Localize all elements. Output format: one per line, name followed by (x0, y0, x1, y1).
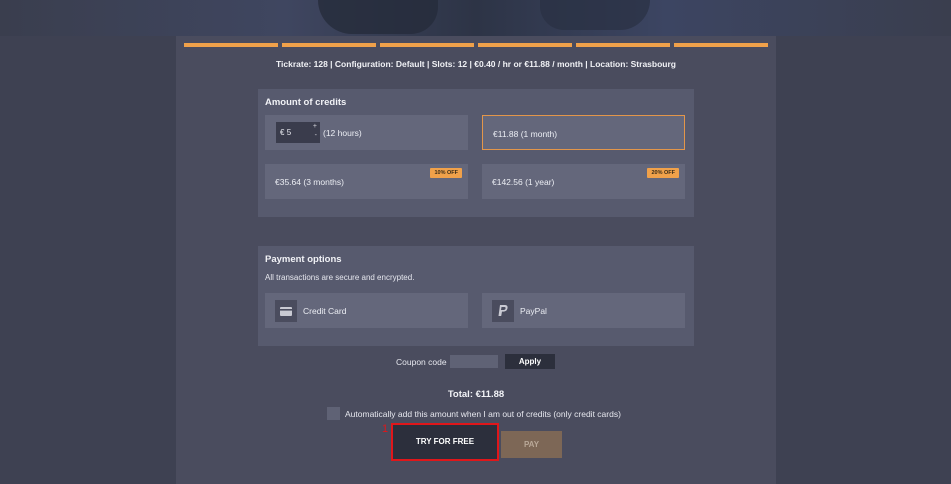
annotation-marker: 1 (382, 423, 389, 435)
progress-step (184, 43, 278, 47)
auto-add-checkbox[interactable] (327, 407, 340, 420)
coupon-label: Coupon code (396, 357, 447, 367)
stepper-up-button[interactable]: + (313, 123, 317, 130)
coupon-input[interactable] (450, 355, 498, 368)
progress-step (380, 43, 474, 47)
credit-option-label: €11.88 (1 month) (493, 129, 558, 139)
credits-card: Amount of credits € 5 + - (12 hours) €11… (258, 89, 694, 217)
payment-option-credit-card[interactable]: Credit Card (265, 293, 468, 328)
progress-step (478, 43, 572, 47)
checkout-panel: Tickrate: 128 | Configuration: Default |… (176, 36, 776, 484)
coupon-row: Coupon code Apply (176, 354, 776, 370)
progress-steps (184, 43, 768, 47)
paypal-icon (492, 300, 514, 322)
payment-option-paypal[interactable]: PayPal (482, 293, 685, 328)
discount-badge: 20% OFF (647, 168, 679, 178)
payment-option-label: Credit Card (303, 306, 347, 316)
payment-title: Payment options (265, 254, 342, 265)
server-summary: Tickrate: 128 | Configuration: Default |… (276, 59, 676, 69)
progress-step (282, 43, 376, 47)
auto-add-label: Automatically add this amount when I am … (345, 409, 621, 419)
credit-option-1-month[interactable]: €11.88 (1 month) (482, 115, 685, 150)
hero-decoration (540, 0, 650, 30)
credit-amount-value[interactable]: € 5 (280, 128, 291, 137)
payment-subtitle: All transactions are secure and encrypte… (265, 273, 415, 282)
custom-credit-option[interactable]: € 5 + - (12 hours) (265, 115, 468, 150)
progress-step (674, 43, 768, 47)
apply-coupon-button[interactable]: Apply (505, 354, 555, 369)
payment-card: Payment options All transactions are sec… (258, 246, 694, 346)
discount-badge: 10% OFF (430, 168, 462, 178)
progress-step (576, 43, 670, 47)
hero-banner (0, 0, 951, 36)
hero-decoration (318, 0, 438, 34)
credit-option-label: €35.64 (3 months) (275, 177, 344, 187)
stepper-down-button[interactable]: - (315, 132, 317, 139)
total-amount: Total: €11.88 (447, 389, 505, 400)
credit-card-icon (275, 300, 297, 322)
custom-duration: (12 hours) (323, 128, 362, 138)
credits-title: Amount of credits (265, 97, 347, 108)
pay-button[interactable]: PAY (501, 431, 562, 458)
payment-option-label: PayPal (520, 306, 547, 316)
highlight-box (391, 423, 499, 461)
credit-option-1-year[interactable]: €142.56 (1 year) 20% OFF (482, 164, 685, 199)
credit-option-label: €142.56 (1 year) (492, 177, 555, 187)
credit-option-3-months[interactable]: €35.64 (3 months) 10% OFF (265, 164, 468, 199)
credit-amount-stepper[interactable]: € 5 + - (276, 122, 320, 143)
